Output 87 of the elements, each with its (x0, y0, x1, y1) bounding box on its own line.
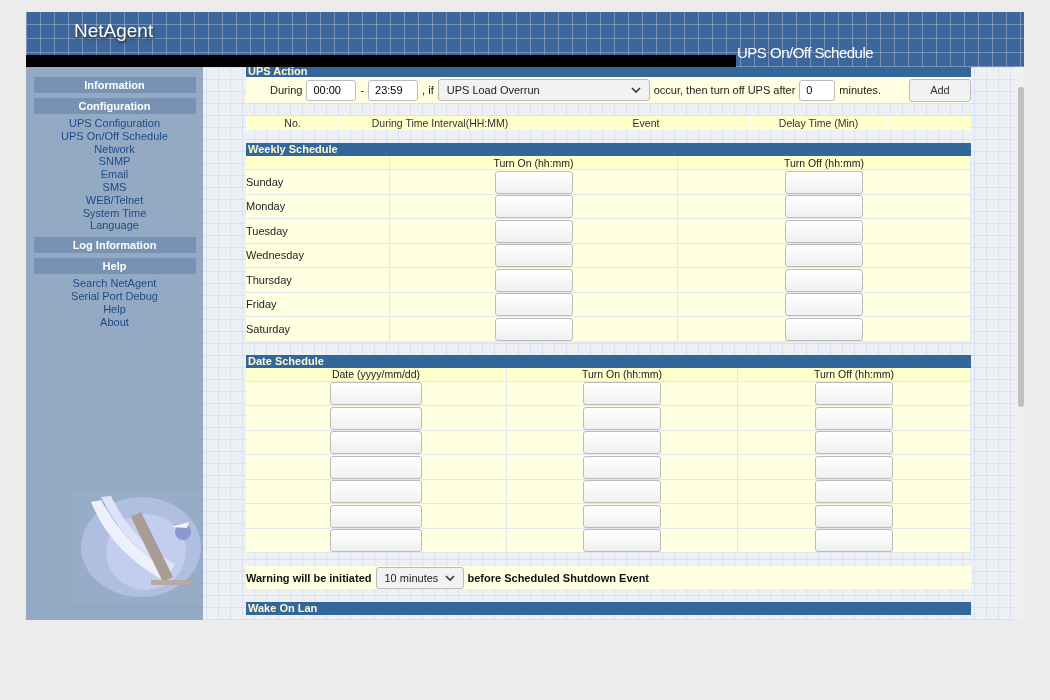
end-time-field[interactable]: 23:59 (368, 79, 419, 101)
section-header: UPS Action (246, 67, 971, 77)
turn-on-field[interactable] (494, 219, 573, 243)
turn-on-field[interactable] (494, 317, 573, 341)
field-label: During (270, 84, 303, 96)
turn-on-field[interactable] (494, 244, 573, 267)
sidebar-section[interactable]: Log Information (33, 237, 196, 254)
turn-off-field[interactable] (784, 268, 863, 292)
section-header: Weekly Schedule (246, 143, 971, 156)
sidebar-link[interactable]: Language (90, 219, 139, 233)
turn-on-field[interactable] (494, 195, 573, 218)
chevron-icon (630, 87, 641, 93)
turn-off-field[interactable] (814, 480, 893, 503)
date-field[interactable] (330, 529, 422, 552)
turn-on-field[interactable] (494, 293, 573, 316)
column-header: Event (541, 116, 750, 130)
turn-on-field[interactable] (494, 170, 573, 194)
field-label: , if (422, 84, 434, 96)
column-header: No. (246, 116, 338, 130)
day-label: Sunday (246, 170, 390, 195)
turn-on-field[interactable] (583, 529, 661, 552)
sidebar-section[interactable]: Information (33, 77, 196, 93)
turn-on-field[interactable] (583, 455, 661, 479)
sidebar-link[interactable]: System Time (82, 206, 147, 220)
day-label: Thursday (246, 268, 390, 293)
day-label: Monday (246, 194, 390, 219)
field-label: minutes. (839, 84, 881, 96)
section-header: Wake On Lan (246, 602, 971, 615)
scrollbar[interactable] (1014, 67, 1024, 620)
date-field[interactable] (330, 480, 422, 503)
add-button[interactable]: Add (908, 78, 971, 102)
sidebar-link[interactable]: UPS On/Off Schedule (61, 129, 168, 143)
turn-on-field[interactable] (583, 406, 661, 430)
date-field[interactable] (330, 504, 422, 528)
sidebar-section[interactable]: Configuration (33, 98, 196, 114)
turn-off-field[interactable] (814, 529, 893, 552)
turn-on-field[interactable] (494, 268, 573, 292)
start-time-field[interactable]: 00:00 (306, 79, 357, 101)
turn-off-field[interactable] (814, 382, 893, 405)
turn-on-field[interactable] (583, 431, 661, 454)
warning-label: before Scheduled Shutdown Event (467, 571, 650, 584)
sidebar-link[interactable]: Help (103, 302, 126, 316)
column-header: During Time Interval(HH:MM) (338, 116, 541, 130)
turn-off-field[interactable] (814, 455, 893, 479)
day-label: Tuesday (246, 219, 390, 244)
date-field[interactable] (330, 431, 422, 454)
date-field[interactable] (330, 382, 422, 405)
section-header: Date Schedule (246, 354, 971, 368)
sidebar-link[interactable]: About (100, 315, 129, 329)
turn-off-field[interactable] (784, 195, 863, 218)
date-field[interactable] (330, 406, 422, 430)
sidebar-link[interactable]: Search NetAgent (72, 277, 157, 290)
sidebar-section[interactable]: Help (33, 258, 196, 275)
sidebar-link[interactable]: Network (94, 142, 135, 156)
turn-off-field[interactable] (814, 406, 893, 430)
turn-on-field[interactable] (583, 382, 661, 405)
column-header: Turn On (hh:mm) (390, 156, 678, 170)
day-label: Friday (246, 292, 390, 317)
chevron-icon (444, 574, 455, 581)
turn-off-field[interactable] (784, 170, 863, 194)
delay-field[interactable]: 0 (799, 79, 836, 101)
column-header: Delay Time (Min) (750, 116, 886, 130)
turn-on-field[interactable] (583, 504, 661, 528)
date-field[interactable] (330, 455, 422, 479)
logo: NetAgent (74, 20, 154, 42)
warning-label: Warning will be initiated (246, 571, 372, 584)
field-label: occur, then turn off UPS after (653, 84, 796, 96)
event-dropdown[interactable]: UPS Load Overrun (437, 79, 650, 101)
turn-off-field[interactable] (784, 293, 863, 316)
page-title: UPS On/Off Schedule (737, 44, 874, 61)
turn-off-field[interactable] (784, 244, 863, 267)
day-label: Wednesday (246, 243, 390, 268)
sidebar-link[interactable]: UPS Configuration (68, 117, 161, 130)
column-header: Turn Off (hh:mm) (678, 156, 971, 170)
sidebar-link[interactable]: SNMP (98, 155, 131, 169)
warning-time-dropdown[interactable]: 10 minutes (375, 566, 464, 589)
sidebar-link[interactable]: SMS (102, 181, 127, 194)
sidebar-link[interactable]: WEB/Telnet (85, 193, 144, 207)
turn-off-field[interactable] (784, 317, 863, 341)
day-label: Saturday (246, 317, 390, 342)
sidebar-link[interactable]: Email (100, 168, 129, 181)
turn-off-field[interactable] (814, 431, 893, 454)
separator: - (360, 84, 365, 96)
turn-off-field[interactable] (814, 504, 893, 528)
turn-on-field[interactable] (583, 480, 661, 503)
turn-off-field[interactable] (784, 219, 863, 243)
sidebar-link[interactable]: Serial Port Debug (71, 289, 158, 303)
